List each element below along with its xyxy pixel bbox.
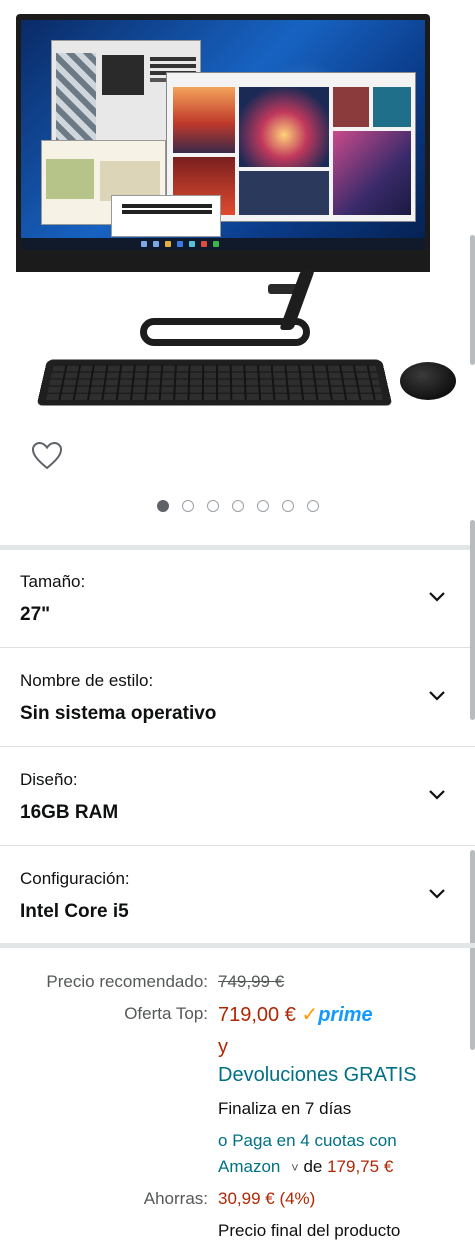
carousel-dot[interactable] [256,500,269,512]
prime-badge: prime [318,1004,373,1026]
product-mouse [400,362,456,400]
savings-value: 30,99 € (4%) [218,1189,316,1208]
variation-configuration-selector[interactable]: Configuración: Intel Core i5 [0,847,475,945]
carousel-dot[interactable] [156,500,169,512]
installments-link[interactable]: Paga en 4 cuotas con [232,1131,396,1150]
chevron-down-icon [429,790,445,800]
list-price-label: Precio recomendado: [46,972,208,991]
variation-design-selector[interactable]: Diseño: 16GB RAM [0,748,475,846]
scroll-handle[interactable] [470,850,475,1050]
variation-size-selector[interactable]: Tamaño: 27" [0,550,475,648]
variation-label: Nombre de estilo: [20,671,154,690]
carousel-dot[interactable] [281,500,294,512]
variation-style-selector[interactable]: Nombre de estilo: Sin sistema operativo [0,649,475,747]
carousel-dot[interactable] [181,500,194,512]
image-carousel-dots [0,500,475,518]
scroll-handle[interactable] [470,520,475,720]
product-image[interactable] [0,0,475,430]
variation-value: 27" [20,604,51,625]
variation-value: Sin sistema operativo [20,703,217,724]
and-text: y [218,1036,228,1058]
installment-amount: 179,75 € [327,1157,394,1176]
deal-label: Oferta Top: [124,1004,208,1023]
installments-of: de [303,1157,323,1176]
variation-label: Tamaño: [20,572,86,591]
chevron-down-icon [429,592,445,602]
installments-link-amazon[interactable]: Amazon [218,1157,280,1176]
list-price: 749,99 € [218,972,285,991]
prime-check-icon: ✓ [301,1004,319,1026]
chevron-down-icon[interactable]: ˅ [291,1160,299,1175]
chevron-down-icon [429,691,445,701]
variation-label: Configuración: [20,869,130,888]
variation-label: Diseño: [20,770,78,789]
variation-value: 16GB RAM [20,802,119,823]
product-screen [21,20,425,250]
installments-prefix: o [218,1131,228,1150]
deal-price-line: 719,00 € ✓prime [218,1002,373,1027]
monitor-stand-base [140,318,310,346]
savings-label: Ahorras: [143,1189,208,1208]
deal-ends-text: Finaliza en 7 días [218,1099,352,1118]
final-price-text: Precio final del producto [218,1221,401,1240]
scroll-handle[interactable] [470,235,475,365]
variation-value: Intel Core i5 [20,901,129,922]
deal-price: 719,00 € [218,1004,296,1026]
section-divider [0,943,475,948]
wishlist-heart-icon[interactable] [30,440,64,472]
carousel-dot[interactable] [206,500,219,512]
product-monitor [16,14,430,272]
product-keyboard [36,359,393,406]
carousel-dot[interactable] [306,500,319,512]
free-returns-link[interactable]: Devoluciones GRATIS [218,1064,417,1087]
chevron-down-icon [429,889,445,899]
installments-line-2: Amazon ˅ de 179,75 € [218,1157,393,1177]
carousel-dot[interactable] [231,500,244,512]
installments-line-1: o Paga en 4 cuotas con [218,1131,397,1151]
